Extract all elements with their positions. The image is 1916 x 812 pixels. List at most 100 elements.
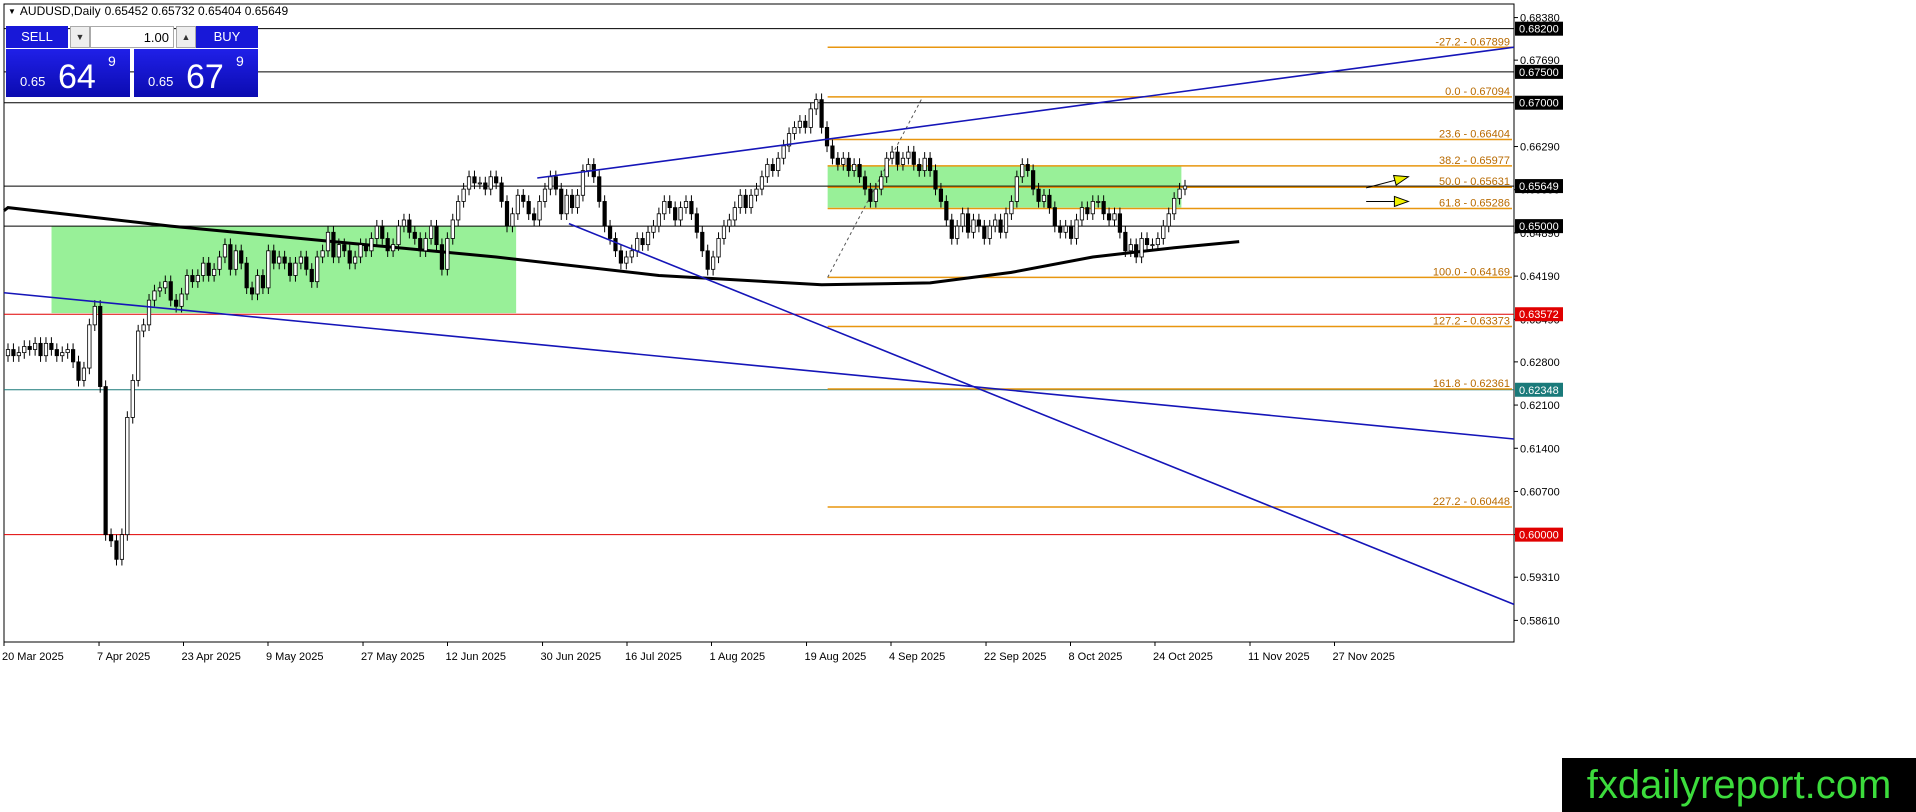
candle-body bbox=[792, 127, 797, 134]
candle-body bbox=[607, 225, 613, 239]
candle-body bbox=[174, 299, 179, 307]
lot-size-input[interactable] bbox=[90, 26, 174, 48]
candle-body bbox=[1041, 194, 1047, 202]
x-tick-label: 27 Nov 2025 bbox=[1332, 651, 1394, 663]
candle-body bbox=[1009, 201, 1014, 215]
buy-price-prefix: 0.65 bbox=[148, 74, 174, 89]
price-chart[interactable]: -27.2 - 0.67899 0.0 - 0.67094 23.6 - 0.664… bbox=[0, 0, 1916, 812]
candle-body bbox=[228, 244, 233, 270]
triangle-down-icon[interactable]: ▼ bbox=[8, 7, 16, 16]
x-tick-label: 4 Sep 2025 bbox=[889, 651, 945, 663]
plot-frame bbox=[3, 3, 1515, 643]
candle-body bbox=[461, 188, 466, 202]
candle-body bbox=[233, 250, 238, 270]
buy-price-box[interactable]: 0.65 67 9 bbox=[134, 49, 258, 97]
candle-body bbox=[526, 201, 531, 215]
candles bbox=[5, 93, 1188, 566]
sell-price-box[interactable]: 0.65 64 9 bbox=[6, 49, 130, 97]
projection-arrow-icon bbox=[1393, 195, 1410, 208]
candle-body bbox=[700, 231, 705, 252]
candle-body bbox=[922, 157, 927, 171]
fib-level-label: 127.2 - 0.63373 bbox=[1433, 316, 1510, 328]
candle-body bbox=[841, 157, 846, 165]
x-tick-label: 24 Oct 2025 bbox=[1153, 651, 1213, 663]
lot-decrease-icon[interactable]: ▼ bbox=[70, 26, 90, 48]
candle-body bbox=[92, 305, 97, 326]
candle-body bbox=[184, 275, 190, 295]
candle-body bbox=[613, 238, 618, 252]
candle-body bbox=[130, 379, 135, 418]
candle-body bbox=[1134, 244, 1139, 258]
y-tick-label: 0.61400 bbox=[1520, 443, 1560, 455]
x-tick-label: 9 May 2025 bbox=[266, 651, 323, 663]
candle-body bbox=[857, 164, 862, 178]
y-tick-label: 0.60700 bbox=[1520, 486, 1560, 498]
candle-body bbox=[1036, 188, 1041, 202]
candle-body bbox=[955, 225, 960, 239]
candle-body bbox=[1074, 219, 1079, 239]
candle-body bbox=[1166, 213, 1171, 227]
candle-body bbox=[1139, 238, 1144, 258]
candle-body bbox=[862, 176, 868, 190]
candle-body bbox=[163, 281, 168, 289]
candle-body bbox=[363, 244, 369, 252]
candle-body bbox=[412, 231, 417, 239]
one-click-trading-panel: SELL ▼ ▲ BUY 0.65 64 9 0.65 67 9 bbox=[6, 26, 258, 97]
lot-increase-icon[interactable]: ▲ bbox=[176, 26, 196, 48]
candle-body bbox=[141, 324, 146, 332]
candle-body bbox=[504, 201, 510, 227]
y-tick-label: 0.58610 bbox=[1520, 615, 1560, 627]
candle-body bbox=[1085, 207, 1090, 215]
candle-body bbox=[1161, 225, 1166, 239]
candle-body bbox=[694, 213, 699, 233]
candle-body bbox=[911, 151, 916, 165]
symbol-name: AUDUSD,Daily bbox=[19, 4, 101, 18]
candle-body bbox=[1096, 201, 1101, 203]
fib-level-label: 50.0 - 0.65631 bbox=[1439, 176, 1510, 188]
candle-body bbox=[195, 275, 200, 283]
candle-body bbox=[1128, 244, 1133, 252]
candle-body bbox=[521, 194, 526, 202]
projection-arrow-icon bbox=[1392, 174, 1410, 186]
candle-body bbox=[993, 219, 998, 227]
candle-body bbox=[987, 225, 992, 239]
candle-body bbox=[16, 352, 21, 357]
candle-body bbox=[428, 225, 434, 239]
candle-body bbox=[944, 201, 949, 221]
candle-body bbox=[385, 238, 390, 252]
fib-level-label: 23.6 - 0.66404 bbox=[1439, 128, 1510, 140]
candle-body bbox=[559, 188, 564, 215]
candle-body bbox=[76, 361, 81, 381]
candle-body bbox=[325, 231, 331, 252]
x-tick-label: 20 Mar 2025 bbox=[2, 651, 64, 663]
candle-body bbox=[748, 194, 754, 209]
candle-body bbox=[542, 188, 548, 202]
candle-body bbox=[575, 194, 580, 209]
buy-price-fraction: 9 bbox=[236, 53, 244, 69]
candle-body bbox=[190, 275, 195, 283]
candle-body bbox=[304, 256, 309, 270]
candle-body bbox=[309, 268, 314, 283]
candle-body bbox=[244, 262, 249, 289]
candle-body bbox=[797, 120, 802, 128]
candle-body bbox=[976, 219, 981, 227]
candle-body bbox=[1112, 213, 1117, 221]
x-tick-label: 11 Nov 2025 bbox=[1248, 651, 1310, 663]
fib-level-label: 0.0 - 0.67094 bbox=[1445, 86, 1510, 98]
candle-body bbox=[938, 188, 944, 202]
buy-button[interactable]: BUY bbox=[196, 26, 258, 48]
candle-body bbox=[1123, 231, 1128, 252]
sell-price-pips: 64 bbox=[58, 58, 96, 96]
sell-button[interactable]: SELL bbox=[6, 26, 68, 48]
candle-body bbox=[1052, 207, 1057, 227]
x-tick-label: 12 Jun 2025 bbox=[445, 651, 506, 663]
candle-body bbox=[656, 213, 661, 227]
candle-body bbox=[900, 157, 906, 165]
candle-body bbox=[1155, 238, 1160, 246]
price-label: 0.62348 bbox=[1519, 385, 1559, 397]
candle-body bbox=[282, 256, 287, 264]
candle-body bbox=[103, 386, 108, 536]
candle-body bbox=[369, 238, 374, 252]
candle-body bbox=[136, 330, 141, 381]
x-tick-label: 27 May 2025 bbox=[361, 651, 425, 663]
